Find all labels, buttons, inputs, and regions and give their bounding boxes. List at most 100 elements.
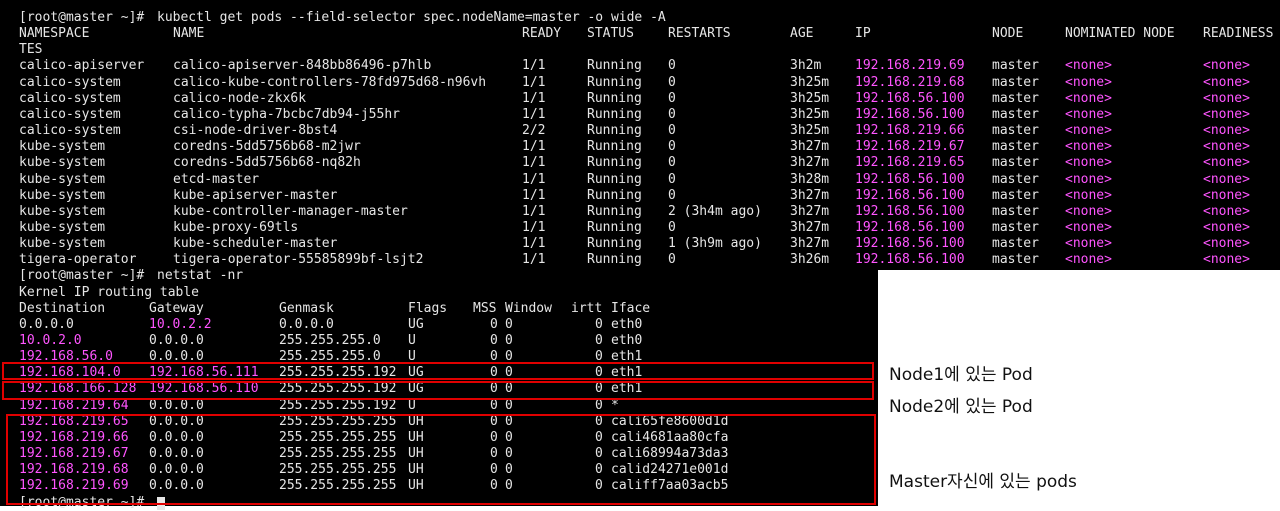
pod-nominated-node: <none>: [1065, 187, 1112, 203]
pod-status: Running: [587, 58, 642, 74]
annotation-node2: Node2에 있는 Pod: [889, 397, 1033, 417]
pod-age: 3h2m: [790, 58, 822, 74]
pod-row: kube-system kube-controller-manager-maste…: [0, 204, 1280, 220]
pod-namespace: calico-apiserver: [19, 58, 145, 74]
pod-namespace: calico-system: [19, 74, 121, 90]
pod-node: master: [992, 236, 1039, 252]
column-header-namespace: NAMESPACE: [19, 26, 90, 42]
route-header-genmask: Genmask: [279, 300, 334, 316]
route-flags: UG: [408, 316, 424, 332]
pod-restarts: 0: [668, 219, 676, 235]
pod-age: 3h27m: [790, 203, 830, 219]
route-header-destination: Destination: [19, 300, 106, 316]
pod-name: coredns-5dd5756b68-m2jwr: [173, 139, 361, 155]
pods-header-row: NAMESPACE NAME READY STATUS RESTARTS AGE IP NOD…: [0, 26, 1280, 42]
route-irtt: 0: [595, 333, 603, 348]
route-row: 0.0.0.0 10.0.2.2 0.0.0.0 UG 0 0 0 eth0: [0, 317, 1280, 333]
pod-ready: 1/1: [522, 236, 546, 252]
pod-readiness-gates: <none>: [1203, 106, 1250, 122]
pod-age: 3h26m: [790, 252, 830, 268]
pod-readiness-gates: <none>: [1203, 171, 1250, 187]
pod-ip: 192.168.56.100: [855, 106, 965, 122]
pod-restarts: 0: [668, 90, 676, 106]
pod-nominated-node: <none>: [1065, 219, 1112, 235]
route-header-flags: Flags: [408, 300, 448, 316]
pod-name: csi-node-driver-8bst4: [173, 123, 338, 139]
pod-row: kube-system etcd-master 1/1 Running 0 3h28m 19…: [0, 172, 1280, 188]
pod-readiness-gates: <none>: [1203, 252, 1250, 268]
pod-ready: 1/1: [522, 187, 546, 203]
route-gateway: 0.0.0.0: [149, 333, 204, 348]
pod-age: 3h25m: [790, 106, 830, 122]
pod-status: Running: [587, 139, 642, 155]
route-window: 0: [505, 316, 513, 332]
pod-restarts: 0: [668, 252, 676, 268]
pod-readiness-gates: <none>: [1203, 123, 1250, 139]
pod-status: Running: [587, 74, 642, 90]
pod-name: etcd-master: [173, 171, 260, 187]
command-line: [root@master ~]# kubectl get pods --fiel…: [0, 10, 1280, 26]
pod-age: 3h25m: [790, 123, 830, 139]
pod-restarts: 1 (3h9m ago): [668, 236, 762, 252]
command-text: kubectl get pods --field-selector spec.n…: [157, 10, 666, 25]
pod-age: 3h25m: [790, 90, 830, 106]
pod-node: master: [992, 155, 1039, 171]
pod-namespace: kube-system: [19, 219, 106, 235]
column-header-readiness: READINESS: [1203, 26, 1274, 42]
pod-nominated-node: <none>: [1065, 123, 1112, 139]
pod-namespace: calico-system: [19, 90, 121, 106]
column-header-wrap: TES: [19, 42, 43, 58]
pod-status: Running: [587, 106, 642, 122]
pod-ready: 1/1: [522, 139, 546, 155]
pod-readiness-gates: <none>: [1203, 187, 1250, 203]
pod-node: master: [992, 219, 1039, 235]
pod-restarts: 0: [668, 139, 676, 155]
route-genmask: 255.255.255.0: [279, 333, 381, 348]
pod-ready: 1/1: [522, 171, 546, 187]
column-header-ready: READY: [522, 26, 562, 42]
pod-status: Running: [587, 219, 642, 235]
pod-ip: 192.168.56.100: [855, 252, 965, 268]
shell-prompt: [root@master ~]#: [19, 268, 153, 284]
pod-restarts: 0: [668, 123, 676, 139]
route-header-window: Window: [505, 300, 552, 316]
pod-readiness-gates: <none>: [1203, 58, 1250, 74]
pod-readiness-gates: <none>: [1203, 219, 1250, 235]
column-header-node: NODE: [992, 26, 1024, 42]
pod-nominated-node: <none>: [1065, 139, 1112, 155]
pod-name: kube-proxy-69tls: [173, 219, 299, 235]
pod-row: calico-system calico-typha-7bcbc7db94-j55…: [0, 107, 1280, 123]
pod-namespace: kube-system: [19, 187, 106, 203]
column-header-status: STATUS: [587, 26, 634, 42]
pod-age: 3h27m: [790, 139, 830, 155]
pod-ip: 192.168.56.100: [855, 236, 965, 252]
pod-namespace: calico-system: [19, 123, 121, 139]
shell-prompt: [root@master ~]#: [19, 10, 153, 25]
pod-node: master: [992, 58, 1039, 74]
pod-nominated-node: <none>: [1065, 155, 1112, 171]
pod-readiness-gates: <none>: [1203, 236, 1250, 252]
pod-ip: 192.168.56.100: [855, 187, 965, 203]
route-destination: 10.0.2.0: [19, 333, 82, 348]
pod-name: coredns-5dd5756b68-nq82h: [173, 155, 361, 171]
route-iface: eth0: [611, 333, 643, 348]
pod-name: tigera-operator-55585899bf-lsjt2: [173, 252, 424, 268]
pod-age: 3h27m: [790, 236, 830, 252]
pod-age: 3h28m: [790, 171, 830, 187]
route-irtt: 0: [595, 316, 603, 332]
pod-age: 3h27m: [790, 155, 830, 171]
pod-namespace: kube-system: [19, 171, 106, 187]
pod-row: kube-system kube-proxy-69tls 1/1 Running 0 3h…: [0, 220, 1280, 236]
route-mss: 0: [490, 333, 498, 348]
command-text: netstat -nr: [157, 268, 244, 284]
route-window: 0: [505, 333, 513, 348]
pod-readiness-gates: <none>: [1203, 155, 1250, 171]
pod-row: kube-system coredns-5dd5756b68-m2jwr 1/1 Ru…: [0, 139, 1280, 155]
route-header-mss: MSS: [473, 300, 497, 316]
pod-node: master: [992, 252, 1039, 268]
pod-name: calico-apiserver-848bb86496-p7hlb: [173, 58, 432, 74]
annotation-node1: Node1에 있는 Pod: [889, 365, 1033, 385]
pod-node: master: [992, 171, 1039, 187]
column-header-nominated: NOMINATED NODE: [1065, 26, 1175, 42]
pod-nominated-node: <none>: [1065, 58, 1112, 74]
